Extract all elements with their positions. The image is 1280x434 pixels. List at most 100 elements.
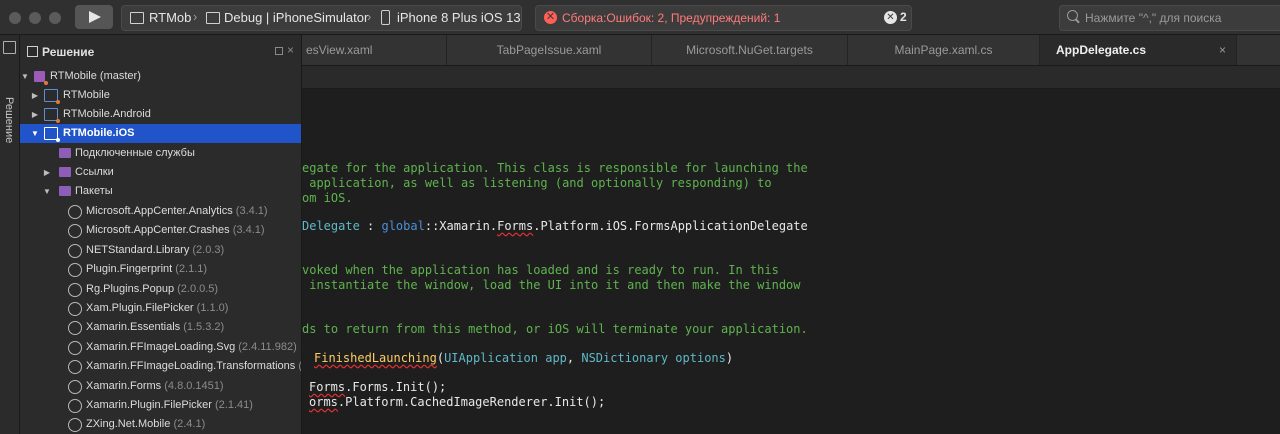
tree-item-project[interactable]: ▶ RTMobile.Android: [20, 105, 301, 124]
code-line: application, as well as listening (and o…: [302, 176, 771, 191]
code-line: orms.Platform.CachedImageRenderer.Init()…: [309, 395, 605, 410]
package-item[interactable]: ZXing.Net.Mobile (2.4.1): [20, 415, 301, 434]
solution-pad-icon[interactable]: [3, 41, 16, 54]
package-version: (2.1.1): [175, 263, 208, 276]
package-name: Xamarin.Essentials (1.5.3.2): [86, 318, 224, 337]
tab-mainpage[interactable]: MainPage.xaml.cs: [848, 35, 1040, 65]
zoom-window-button[interactable]: [49, 12, 61, 24]
tree-item-project-selected[interactable]: ▼ RTMobile.iOS: [20, 124, 301, 143]
code-text: .Platform.iOS.FormsApplicationDelegate: [533, 219, 808, 233]
solution-icon: [27, 46, 38, 57]
chevron-right-icon: ›: [193, 9, 198, 24]
close-window-button[interactable]: [9, 12, 21, 24]
package-name: Rg.Plugins.Popup (2.0.0.5): [86, 280, 218, 299]
tree-item-label: RTMobile: [63, 89, 110, 101]
minimize-window-button[interactable]: [29, 12, 41, 24]
nuget-package-icon: [68, 205, 82, 219]
close-icon[interactable]: ×: [287, 43, 294, 57]
package-item[interactable]: Xam.Plugin.FilePicker (1.1.0): [20, 299, 301, 318]
nuget-package-icon: [68, 263, 82, 278]
code-comment: om iOS.: [302, 191, 353, 205]
package-name: Microsoft.AppCenter.Analytics (3.4.1): [86, 202, 268, 221]
tree-item-folder[interactable]: ▼ Пакеты: [20, 182, 301, 201]
tab-appdelegate[interactable]: AppDelegate.cs ×: [1040, 35, 1237, 65]
code-line: FinishedLaunching(UIApplication app, NSD…: [314, 351, 733, 366]
package-item[interactable]: NETStandard.Library (2.0.3): [20, 241, 301, 260]
tree-item-project[interactable]: ▶ RTMobile: [20, 86, 301, 105]
package-name-text: ZXing.Net.Mobile: [86, 418, 171, 431]
editor-breadcrumb-bar: [302, 66, 1280, 89]
run-button[interactable]: [75, 5, 113, 29]
package-name-text: Xam.Plugin.FilePicker: [86, 302, 194, 314]
code-comment: voked when the application has loaded an…: [302, 263, 779, 277]
package-item[interactable]: Rg.Plugins.Popup (2.0.0.5): [20, 280, 301, 299]
code-keyword: global: [381, 219, 425, 233]
package-name: NETStandard.Library (2.0.3): [86, 241, 224, 260]
package-item[interactable]: Xamarin.FFImageLoading.Transformations (…: [20, 357, 301, 376]
package-item[interactable]: Xamarin.Plugin.FilePicker (2.1.41): [20, 396, 301, 415]
close-icon[interactable]: ×: [1219, 35, 1226, 65]
panel-title: Решение: [42, 45, 95, 59]
package-item[interactable]: Xamarin.Forms (4.8.0.1451): [20, 377, 301, 396]
nuget-package-icon: [68, 302, 82, 316]
tree-item-folder[interactable]: ▶ Ссылки: [20, 163, 301, 182]
pin-icon[interactable]: [275, 47, 283, 55]
nuget-package-icon: [68, 282, 82, 297]
tab-esview[interactable]: esView.xaml: [302, 35, 447, 65]
solution-panel: Решение × ▼ RTMobile (master) ▶ RTMobile…: [20, 35, 302, 434]
nuget-package-icon: [68, 418, 82, 433]
nuget-package-icon: [68, 321, 82, 336]
build-status-bar[interactable]: ✕ Сборка:Ошибок: 2, Предупреждений: 1 ✕ …: [535, 5, 912, 31]
target-device[interactable]: iPhone 8 Plus iOS 13.4: [397, 10, 521, 25]
tab-nuget-targets[interactable]: Microsoft.NuGet.targets: [652, 35, 848, 65]
expand-arrow-icon[interactable]: ▶: [30, 105, 40, 124]
device-icon: [381, 10, 390, 25]
package-version: (1.1.0): [196, 302, 229, 314]
package-item[interactable]: Xamarin.FFImageLoading.Svg (2.4.11.982): [20, 338, 301, 357]
package-version: (2.4.11.982): [238, 340, 297, 353]
tab-label: AppDelegate.cs: [1056, 43, 1147, 57]
package-item[interactable]: Plugin.Fingerprint (2.1.1): [20, 260, 301, 279]
code-comment: instantiate the window, load the UI into…: [302, 278, 801, 292]
code-comment: egate for the application. This class is…: [302, 161, 808, 175]
code-text: .Platform.CachedImageRenderer.Init();: [337, 395, 606, 409]
target-project[interactable]: RTMob: [149, 10, 191, 25]
tree-item-label: Подключенные службы: [75, 147, 195, 159]
configuration-icon: [206, 12, 220, 24]
package-item[interactable]: Microsoft.AppCenter.Crashes (3.4.1): [20, 221, 301, 240]
code-line: Delegate : global::Xamarin.Forms.Platfor…: [302, 219, 808, 234]
package-item[interactable]: Microsoft.AppCenter.Analytics (3.4.1): [20, 202, 301, 221]
expand-arrow-icon[interactable]: ▼: [30, 124, 40, 143]
tree-item-solution[interactable]: ▼ RTMobile (master): [20, 67, 301, 86]
expand-arrow-icon[interactable]: ▶: [42, 163, 52, 182]
solution-pad-tab[interactable]: Решение: [3, 97, 15, 143]
package-name: Xam.Plugin.FilePicker (1.1.0): [86, 299, 228, 318]
package-item[interactable]: Xamarin.Essentials (1.5.3.2): [20, 318, 301, 337]
run-target-selector[interactable]: RTMob › Debug | iPhoneSimulator › iPhone…: [121, 5, 522, 31]
tree-item-folder[interactable]: Подключенные службы: [20, 144, 301, 163]
code-param: app: [545, 351, 567, 365]
tab-tabpageissue[interactable]: TabPageIssue.xaml: [447, 35, 652, 65]
package-name: Microsoft.AppCenter.Crashes (3.4.1): [86, 221, 265, 240]
search-icon-handle: [1075, 18, 1080, 24]
expand-arrow-icon[interactable]: ▼: [20, 67, 30, 86]
expand-arrow-icon[interactable]: ▶: [30, 86, 40, 105]
package-name-text: Xamarin.Plugin.FilePicker: [86, 399, 212, 411]
code-error: Forms: [309, 380, 346, 394]
code-type: UIApplication: [444, 351, 538, 365]
code-area[interactable]: egate for the application. This class is…: [302, 89, 1280, 434]
code-text: (: [436, 351, 445, 365]
code-text: ,: [566, 351, 582, 365]
expand-arrow-icon[interactable]: ▼: [42, 182, 52, 201]
code-line: om iOS.: [302, 191, 353, 206]
error-count[interactable]: 2: [900, 10, 907, 24]
nuget-package-icon: [68, 340, 82, 355]
tab-label: esView.xaml: [306, 43, 373, 57]
search-field[interactable]: Нажмите "^," для поиска: [1059, 5, 1280, 31]
code-type: Delegate: [302, 219, 360, 233]
target-configuration[interactable]: Debug | iPhoneSimulator: [224, 10, 368, 25]
code-comment: ds to return from this method, or iOS wi…: [302, 322, 808, 336]
tab-scroll-button[interactable]: [1250, 66, 1280, 88]
project-icon: [130, 12, 144, 24]
folder-icon: [59, 167, 71, 177]
